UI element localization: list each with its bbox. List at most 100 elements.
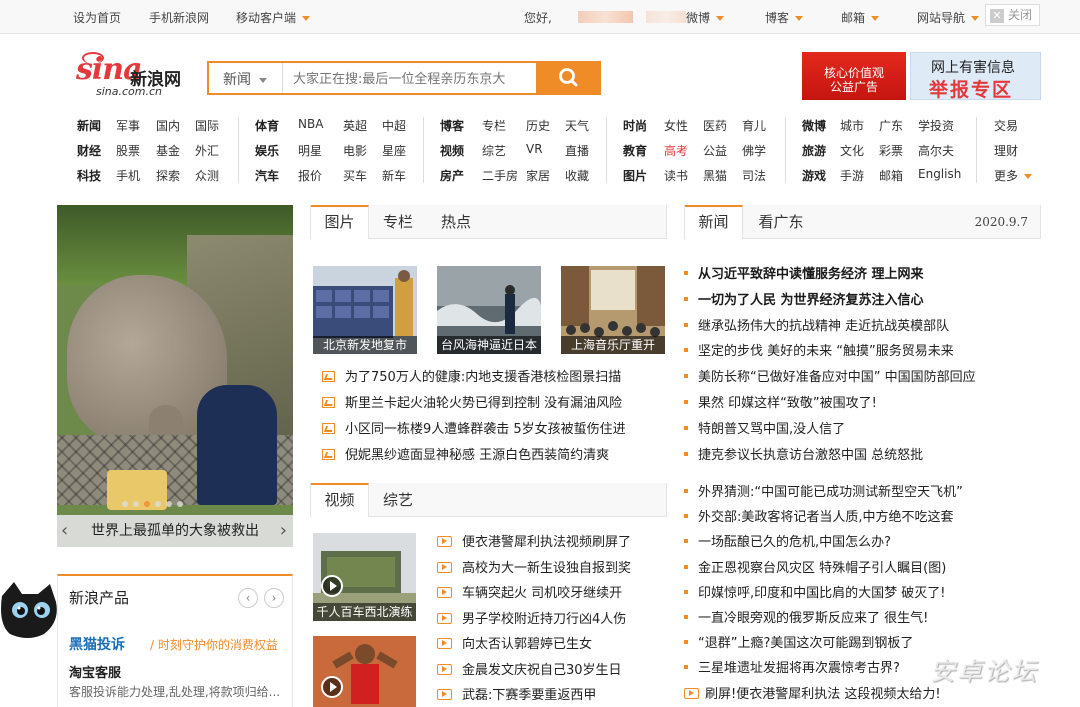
nav-link[interactable]: 女性 (664, 117, 688, 134)
nav-link[interactable]: 文化 (840, 142, 864, 159)
headline-item[interactable]: 从习近平致辞中读懂服务经济 理上网来 (684, 263, 924, 282)
nav-link[interactable]: 游戏 (802, 167, 826, 184)
nav-link[interactable]: 综艺 (482, 142, 506, 159)
site-nav-menu[interactable]: 网站导航 (917, 9, 980, 26)
nav-link[interactable]: 外汇 (195, 142, 219, 159)
tab-hot[interactable]: 热点 (427, 205, 485, 239)
mobile-site-link[interactable]: 手机新浪网 (149, 9, 209, 26)
headline-item[interactable]: 金正恩视察台风灾区 特殊帽子引人瞩目(图) (684, 557, 946, 576)
nav-link[interactable]: 财经 (77, 142, 101, 159)
nav-link[interactable]: 汽车 (255, 167, 279, 184)
nav-link[interactable]: VR (526, 142, 543, 156)
headline-item[interactable]: 特朗普又骂中国,没人信了 (684, 418, 845, 437)
tab-variety[interactable]: 综艺 (369, 483, 427, 517)
nav-link[interactable]: 读书 (664, 167, 688, 184)
headline-item[interactable]: 坚定的步伐 美好的未来 “触摸”服务贸易未来 (684, 340, 954, 359)
headline-item[interactable]: 美防长称“已做好准备应对中国” 中国国防部回应 (684, 366, 976, 385)
slide-dot[interactable] (155, 501, 161, 507)
nav-link[interactable]: 股票 (116, 142, 140, 159)
search-button[interactable] (536, 61, 601, 95)
nav-link[interactable]: 军事 (116, 117, 140, 134)
heimao-complaint-link[interactable]: 黑猫投诉 (69, 634, 125, 654)
video-news-item[interactable]: 便衣港警犀利执法视频刷屏了 (437, 531, 631, 550)
slide-dot[interactable] (122, 501, 128, 507)
nav-link[interactable]: 买车 (343, 167, 367, 184)
nav-link[interactable]: 城市 (840, 117, 864, 134)
photo-thumb[interactable]: 北京新发地复市 (313, 266, 417, 354)
report-harmful-info-ad[interactable]: 网上有害信息 举报专区 (910, 52, 1041, 101)
set-homepage-link[interactable]: 设为首页 (73, 9, 121, 26)
nav-link[interactable]: 电影 (343, 142, 367, 159)
blog-menu[interactable]: 博客 (765, 9, 804, 26)
nav-link[interactable]: 交易 (994, 117, 1018, 134)
nav-link[interactable]: 中超 (382, 117, 406, 134)
nav-link[interactable]: 新车 (382, 167, 406, 184)
taobao-service-link[interactable]: 淘宝客服 (69, 662, 121, 681)
nav-link[interactable]: 手机 (116, 167, 140, 184)
tab-columns[interactable]: 专栏 (369, 205, 427, 239)
nav-link[interactable]: 国际 (195, 117, 219, 134)
video-news-item[interactable]: 高校为大一新生设独自报到奖 (437, 557, 631, 576)
nav-link[interactable]: 星座 (382, 142, 406, 159)
next-arrow-icon[interactable]: › (280, 515, 287, 547)
headline-item[interactable]: 果然 印媒这样“致敬”被围攻了! (684, 392, 877, 411)
slide-dot[interactable] (177, 501, 183, 507)
nav-link[interactable]: 历史 (526, 117, 550, 134)
nav-link[interactable]: 二手房 (482, 167, 518, 184)
nav-link[interactable]: 英超 (343, 117, 367, 134)
headline-item[interactable]: 一直冷眼旁观的俄罗斯反应来了 很生气! (684, 607, 928, 626)
tab-guangdong[interactable]: 看广东 (743, 205, 819, 239)
nav-link[interactable]: 国内 (156, 117, 180, 134)
headline-item[interactable]: 印媒惊呼,印度和中国比肩的大国梦 破灭了! (684, 582, 945, 601)
prev-arrow-icon[interactable]: ‹ (61, 515, 68, 547)
nav-link[interactable]: 房产 (440, 167, 464, 184)
nav-link[interactable]: 明星 (298, 142, 322, 159)
nav-link[interactable]: 时尚 (623, 117, 647, 134)
nav-link[interactable]: 教育 (623, 142, 647, 159)
nav-link[interactable]: 司法 (742, 167, 766, 184)
close-button[interactable]: ✕ 关闭 (985, 4, 1040, 26)
tab-pictures[interactable]: 图片 (311, 205, 369, 239)
nav-link[interactable]: 科技 (77, 167, 101, 184)
picture-news-item[interactable]: 为了750万人的健康:内地支援香港核检图景扫描 (322, 366, 621, 385)
video-news-item[interactable]: 车辆突起火 司机咬牙继续开 (437, 582, 622, 601)
nav-link[interactable]: 理财 (994, 142, 1018, 159)
headline-item[interactable]: “退群”上瘾?美国这次可能踢到钢板了 (684, 632, 913, 651)
nav-link[interactable]: NBA (298, 117, 323, 131)
nav-link[interactable]: 佛学 (742, 142, 766, 159)
more-menu[interactable]: 更多 (994, 167, 1033, 184)
core-values-ad[interactable]: 核心价值观 公益广告 (802, 52, 906, 100)
headline-item[interactable]: 刷屏!便衣港警犀利执法 这段视频太给力! (684, 683, 941, 702)
slide-dot[interactable] (144, 501, 150, 507)
nav-link[interactable]: 报价 (298, 167, 322, 184)
black-cat-mascot-icon[interactable] (0, 578, 60, 640)
video-news-item[interactable]: 向太否认郭碧婷已生女 (437, 633, 592, 652)
nav-link[interactable]: 众测 (195, 167, 219, 184)
slide-dot[interactable] (166, 501, 172, 507)
mail-menu[interactable]: 邮箱 (841, 9, 880, 26)
headline-item[interactable]: 外界猜测:“中国可能已成功测试新型空天飞机” (684, 481, 963, 500)
nav-link[interactable]: 图片 (623, 167, 647, 184)
nav-link[interactable]: 公益 (703, 142, 727, 159)
nav-link[interactable]: 旅游 (802, 142, 826, 159)
nav-link[interactable]: 广东 (879, 117, 903, 134)
nav-link[interactable]: 探索 (156, 167, 180, 184)
headline-item[interactable]: 一切为了人民 为世界经济复苏注入信心 (684, 289, 924, 308)
photo-thumb[interactable]: 台风海神逼近日本 (437, 266, 541, 354)
photo-thumb[interactable]: 上海音乐厅重开 (561, 266, 665, 354)
headline-item[interactable]: 一场酝酿已久的危机,中国怎么办? (684, 531, 891, 550)
video-news-item[interactable]: 武磊:下赛季要重返西甲 (437, 684, 596, 703)
sina-logo[interactable]: sina 新浪网 sina.com.cn (76, 52, 186, 100)
nav-link[interactable]: 基金 (156, 142, 180, 159)
video-news-item[interactable]: 金晨发文庆祝自己30岁生日 (437, 659, 622, 678)
weibo-menu[interactable]: 微博 (686, 9, 725, 26)
nav-link[interactable]: 手游 (840, 167, 864, 184)
mobile-client-menu[interactable]: 移动客户端 (236, 9, 311, 26)
tab-video[interactable]: 视频 (311, 483, 369, 517)
prev-icon[interactable]: ‹ (238, 588, 258, 608)
nav-link[interactable]: 新闻 (77, 117, 101, 134)
nav-link[interactable]: 高尔夫 (918, 142, 954, 159)
headline-item[interactable]: 三星堆遗址发掘将再次震惊考古界? (684, 657, 900, 676)
nav-link[interactable]: 专栏 (482, 117, 506, 134)
nav-link[interactable]: 微博 (802, 117, 826, 134)
